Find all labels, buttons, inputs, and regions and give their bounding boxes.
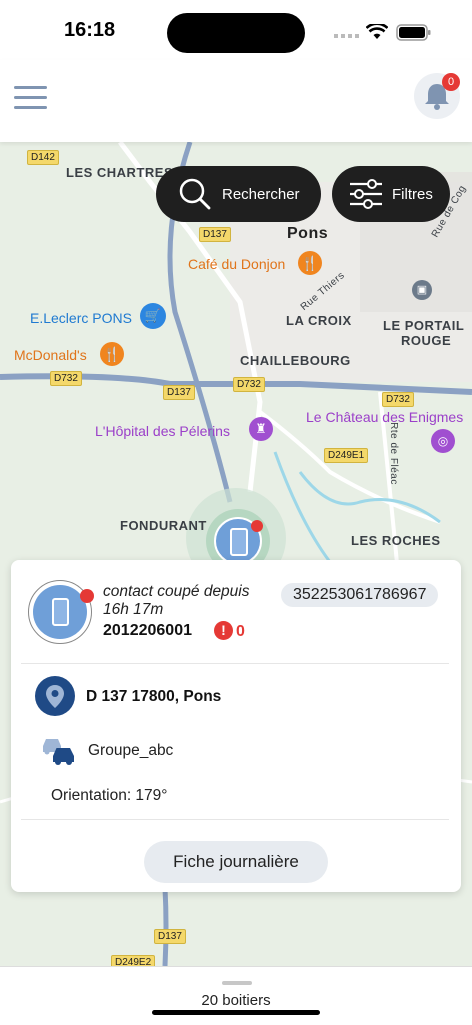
map-poi-label: Le Château des Enigmes — [306, 409, 464, 425]
shopping-icon[interactable]: 🛒 — [140, 303, 166, 329]
map-place-label: FONDURANT — [120, 518, 207, 533]
hamburger-menu-icon[interactable] — [14, 86, 48, 112]
map-street-label: Rte de Fléac — [387, 422, 399, 485]
device-status-text: contact coupé depuis 16h 17m — [103, 583, 250, 618]
map-poi-label: McDonald's — [14, 347, 87, 363]
daily-sheet-button[interactable]: Fiche journalière — [144, 841, 328, 883]
tracker-device-icon — [230, 528, 248, 556]
attraction-icon[interactable]: ◎ — [431, 429, 455, 453]
device-orientation: Orientation: 179° — [51, 787, 168, 804]
map-poi-label: E.Leclerc PONS — [30, 310, 132, 326]
search-label: Rechercher — [222, 185, 300, 203]
road-label: D137 — [199, 227, 231, 242]
alert-icon: ! — [214, 621, 233, 640]
map-place-label: LA CROIX — [286, 313, 352, 328]
map-place-label: LE PORTAIL — [383, 318, 465, 333]
road-label: D732 — [50, 371, 82, 386]
road-label: D137 — [154, 929, 186, 944]
home-indicator — [152, 1010, 320, 1015]
location-pin-icon — [35, 676, 75, 716]
search-button[interactable]: Rechercher — [156, 166, 321, 222]
map-place-label: CHAILLEBOURG — [240, 353, 351, 368]
dynamic-island — [167, 13, 305, 53]
filters-label: Filtres — [392, 185, 433, 203]
card-divider — [21, 819, 449, 820]
device-alert-count: 0 — [236, 623, 245, 640]
device-group: Groupe_abc — [88, 742, 174, 759]
road-label: D249E2 — [111, 955, 156, 966]
filter-sliders-icon — [350, 179, 382, 209]
card-divider — [21, 663, 449, 664]
wifi-icon — [366, 24, 388, 39]
device-imei-badge: 352253061786967 — [281, 583, 439, 607]
device-card: contact coupé depuis 16h 17m 35225306178… — [11, 560, 461, 892]
device-address: D 137 17800, Pons — [86, 688, 222, 705]
map-poi-label: L'Hôpital des Pélerins — [95, 423, 230, 439]
map-poi-label: Café du Donjon — [188, 256, 286, 272]
battery-icon — [396, 24, 431, 41]
vehicle-status-dot — [251, 520, 263, 532]
map-place-label: ROUGE — [401, 333, 452, 348]
search-icon — [179, 178, 211, 210]
road-label: D142 — [27, 150, 59, 165]
map-place-label: Pons — [287, 225, 329, 242]
app-header — [0, 60, 472, 142]
status-time: 16:18 — [64, 19, 116, 41]
restaurant-icon[interactable]: 🍴 — [100, 342, 124, 366]
device-count-label: 20 boitiers — [201, 992, 271, 1009]
road-label: D732 — [382, 392, 414, 407]
filters-button[interactable]: Filtres — [332, 166, 450, 222]
device-status-dot — [80, 589, 94, 603]
road-label: D137 — [163, 385, 195, 400]
train-station-icon[interactable]: ▣ — [412, 280, 432, 300]
road-label: D249E1 — [324, 448, 369, 463]
restaurant-icon[interactable]: 🍴 — [298, 251, 322, 275]
tracker-device-icon — [52, 598, 69, 626]
map-place-label: LES ROCHES — [351, 533, 441, 548]
vehicle-group-icon — [43, 739, 74, 765]
notification-badge: 0 — [442, 73, 460, 91]
sheet-drag-handle[interactable] — [222, 981, 252, 985]
cellular-signal-icon — [334, 34, 359, 38]
device-id: 2012206001 — [103, 622, 192, 639]
road-label: D732 — [233, 377, 265, 392]
map-place-label: LES CHARTRES — [66, 165, 174, 180]
landmark-icon[interactable]: ♜ — [249, 417, 273, 441]
